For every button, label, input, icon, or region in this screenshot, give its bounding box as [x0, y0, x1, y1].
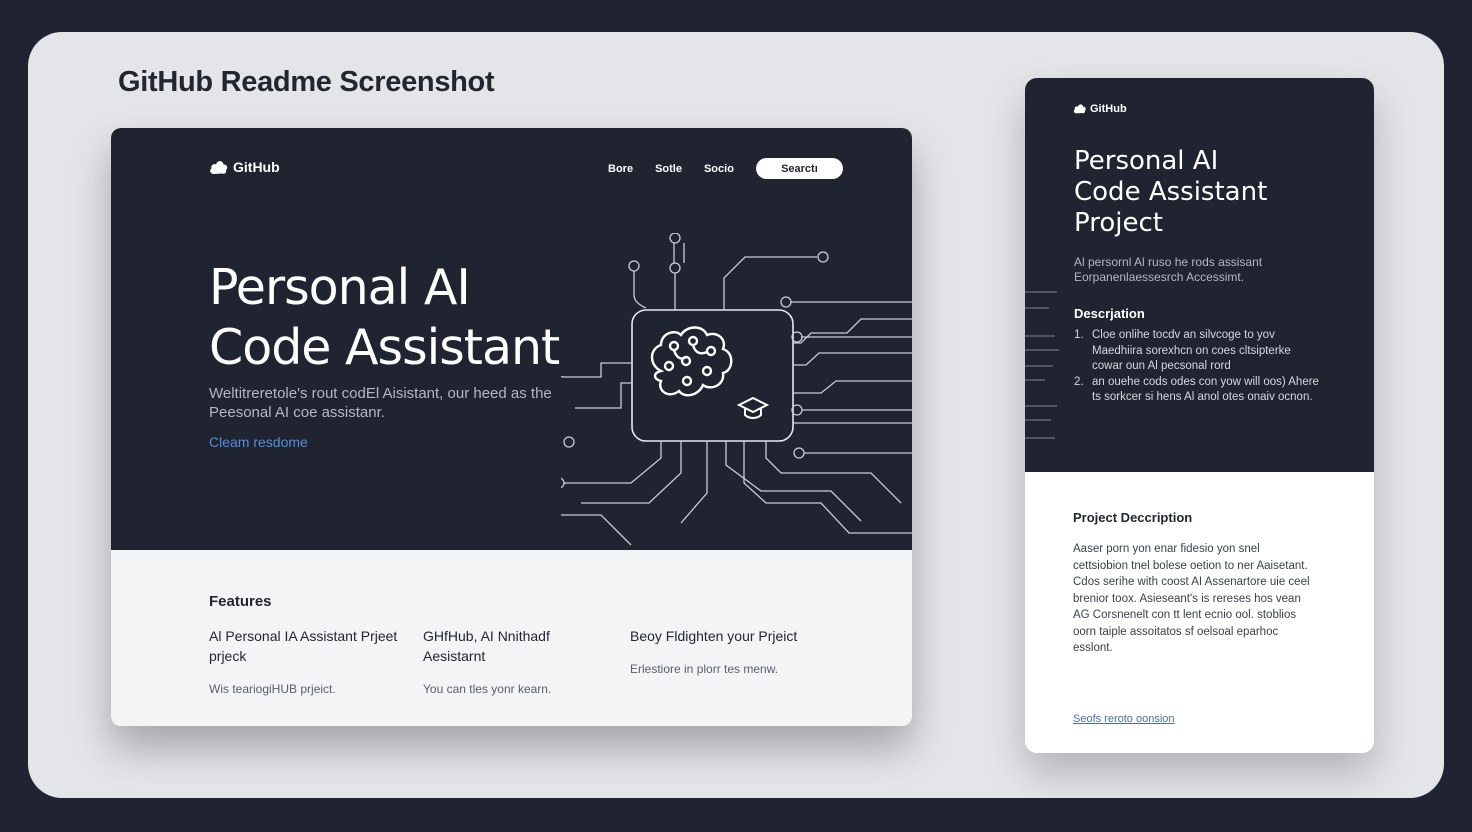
hero-title-line-1: Personal AI [209, 259, 471, 316]
features-section: Features Al Personal IA Assistant Prjeet… [111, 550, 912, 726]
mobile-intro: Al persornl Al ruso he rods assisant Eor… [1074, 255, 1263, 284]
list-text: Cloe onlihe tocdv an silvcoge to yov Mae… [1092, 329, 1291, 372]
mobile-title-line-2: Code Assistant [1074, 177, 1268, 207]
list-number: 2. [1074, 375, 1084, 388]
project-description-heading: Project Deccription [1073, 510, 1193, 525]
feature-description: Erlestiore in plorr tes menw. [630, 662, 779, 676]
search-button[interactable]: Searctı [755, 158, 843, 179]
project-description-body: Aaser porn yon enar fidesio yon snel cet… [1073, 543, 1310, 654]
mobile-title: Personal AI Code Assistant Project [1074, 146, 1267, 239]
list-text: an ouehe cods odes con yow will oos) Ahe… [1092, 375, 1319, 404]
feature-card: Al Personal IA Assistant Prjeet prjeck W… [209, 626, 399, 696]
description-heading: Descrjation [1074, 306, 1145, 321]
nav-item-socio[interactable]: Socio [704, 163, 734, 175]
description-list: 1. Cloe onlihe tocdv an silvcoge to yov … [1074, 328, 1324, 406]
circuit-lines-decoration [1025, 291, 1059, 439]
mobile-hero-section: GitHub Personal AI Code Assistant Projec… [1025, 78, 1374, 472]
mobile-title-line-1: Personal AI [1074, 146, 1219, 176]
desktop-preview: GitHub Bore Sotle Socio Searctı Personal… [111, 128, 912, 726]
feature-card: Beoy Fldighten your Prjeict Erlestiore i… [630, 626, 820, 676]
logo-text: GitHub [1090, 102, 1127, 115]
list-number: 1. [1074, 329, 1084, 341]
page-title: GitHub Readme Screenshot [118, 66, 495, 98]
github-logo[interactable]: GitHub [209, 158, 280, 176]
ai-brain-circuit-illustration [561, 233, 912, 546]
hero-link[interactable]: Cleam resdome [209, 434, 308, 450]
nav-item-bore[interactable]: Bore [608, 163, 633, 175]
feature-title: Al Personal IA Assistant Prjeet prjeck [209, 628, 398, 664]
feature-description: Wis teariogiHUB prjeict. [209, 682, 336, 696]
feature-title: GHfHub, AI Nnithadf Aesistarnt [423, 628, 550, 664]
feature-description: You can tles yonr kearn. [423, 682, 552, 696]
mobile-preview: GitHub Personal AI Code Assistant Projec… [1025, 78, 1374, 753]
mobile-footer-link[interactable]: Seofs reroto oonsion [1073, 713, 1175, 725]
feature-card: GHfHub, AI Nnithadf Aesistarnt You can t… [423, 626, 613, 696]
feature-title: Beoy Fldighten your Prjeict [630, 628, 798, 644]
features-heading: Features [209, 593, 272, 610]
hero-section: GitHub Bore Sotle Socio Searctı Personal… [111, 128, 912, 550]
github-logo[interactable]: GitHub [1073, 102, 1127, 115]
list-item: 2. an ouehe cods odes con yow will oos) … [1074, 375, 1324, 406]
top-nav: Bore Sotle Socio Searctı [608, 158, 843, 179]
mobile-title-line-3: Project [1074, 208, 1163, 238]
hero-subtitle: Weltitreretole's rout codEl Aisistant, o… [209, 385, 552, 421]
logo-text: GitHub [233, 159, 280, 175]
hero-title: Personal AI Code Assistant [209, 258, 560, 378]
github-cloud-icon [209, 158, 229, 176]
hero-title-line-2: Code Assistant [209, 319, 560, 376]
list-item: 1. Cloe onlihe tocdv an silvcoge to yov … [1074, 328, 1324, 375]
nav-item-sotle[interactable]: Sotle [655, 163, 682, 175]
github-cloud-icon [1073, 102, 1087, 115]
